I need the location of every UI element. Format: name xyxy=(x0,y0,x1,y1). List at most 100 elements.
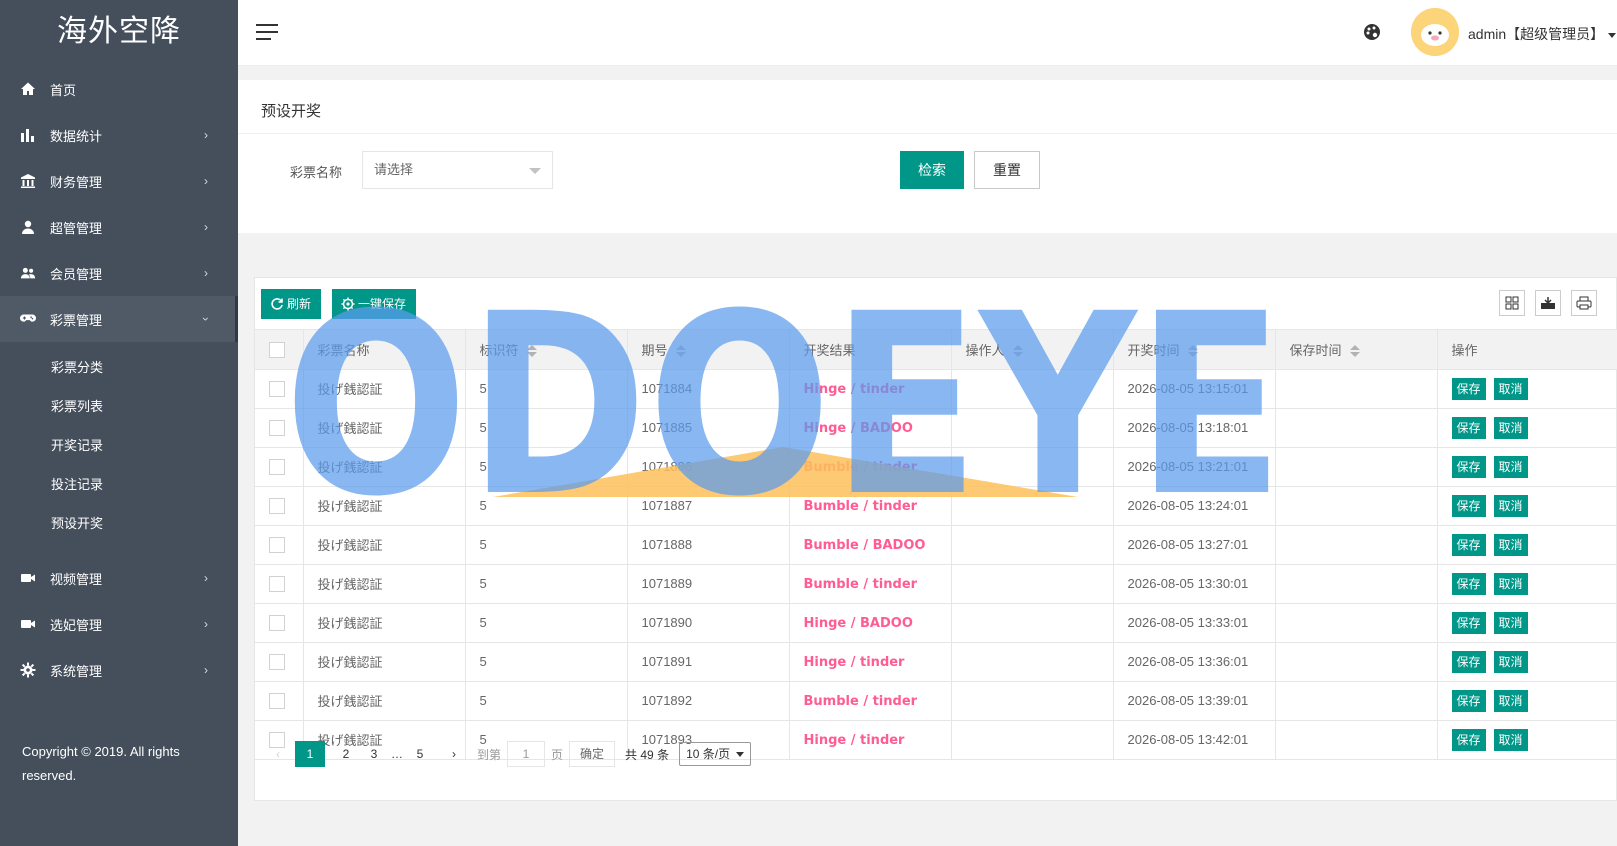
sidebar-item-top-4[interactable]: 会员管理 › xyxy=(0,250,238,296)
sort-icon[interactable] xyxy=(1349,345,1360,358)
row-save-button[interactable]: 保存 xyxy=(1451,650,1486,673)
row-save-button[interactable]: 保存 xyxy=(1451,611,1486,634)
sidebar-item-top-3[interactable]: 超管管理 › xyxy=(0,204,238,250)
row-cancel-button[interactable]: 取消 xyxy=(1493,377,1528,400)
sort-icon[interactable] xyxy=(1012,345,1023,358)
row-save-button[interactable]: 保存 xyxy=(1451,494,1486,517)
cell-operator xyxy=(951,447,1114,487)
users-icon xyxy=(20,265,36,281)
sort-icon[interactable] xyxy=(1187,345,1198,358)
row-cancel-button[interactable]: 取消 xyxy=(1493,611,1528,634)
print-icon[interactable] xyxy=(1571,290,1597,316)
row-checkbox[interactable] xyxy=(269,497,285,514)
row-checkbox[interactable] xyxy=(269,419,285,436)
sidebar-subitem-2[interactable]: 开奖记录 xyxy=(0,426,238,465)
column-header-operator[interactable]: 操作人 xyxy=(951,330,1114,370)
sidebar-subitem-1[interactable]: 彩票列表 xyxy=(0,387,238,426)
app-logo[interactable]: 海外空降 xyxy=(0,0,238,66)
row-save-button[interactable]: 保存 xyxy=(1451,377,1486,400)
cell-lottery-name: 投げ銭認証 xyxy=(303,408,466,448)
row-save-button[interactable]: 保存 xyxy=(1451,689,1486,712)
select-all-checkbox[interactable] xyxy=(269,341,285,358)
cell-saved-time xyxy=(1275,525,1438,565)
sidebar-subitem-3[interactable]: 投注记录 xyxy=(0,465,238,504)
save-all-button[interactable]: 一键保存 xyxy=(332,289,417,319)
sidebar-item-top-0[interactable]: 首页 xyxy=(0,66,238,112)
sidebar-item-bottom-0[interactable]: 视频管理 › xyxy=(0,555,238,601)
column-header-result: 开奖结果 xyxy=(789,330,952,370)
cell-result-text: Bumble / tinder xyxy=(803,498,918,514)
table-row: 投げ銭認証 5 1071885 Hinge / BADOO 2026-08-05 13:… xyxy=(255,408,1617,448)
video-icon xyxy=(20,570,36,586)
table-row: 投げ銭認証 5 1071890 Hinge / BADOO 2026-08-05 13:… xyxy=(255,603,1617,643)
sidebar-item-bottom-2[interactable]: 系统管理 › xyxy=(0,647,238,693)
sidebar-item-top-5[interactable]: 彩票管理 › xyxy=(0,296,238,342)
export-icon[interactable] xyxy=(1535,290,1561,316)
sidebar-subitem-4[interactable]: 预设开奖 xyxy=(0,504,238,543)
cell-actions: 保存 取消 xyxy=(1437,603,1617,643)
search-button[interactable]: 检索 xyxy=(900,151,964,189)
lottery-name-select[interactable]: 请选择 xyxy=(362,151,553,189)
row-cancel-button[interactable]: 取消 xyxy=(1493,650,1528,673)
row-cancel-button[interactable]: 取消 xyxy=(1493,689,1528,712)
row-checkbox[interactable] xyxy=(269,614,285,631)
chevron-right-icon: › xyxy=(204,128,208,142)
cell-operator xyxy=(951,525,1114,565)
sidebar-item-label: 选妃管理 xyxy=(50,617,103,633)
row-cancel-button[interactable]: 取消 xyxy=(1493,494,1528,517)
goto-confirm-button[interactable]: 确定 xyxy=(569,741,616,767)
menu-toggle-icon[interactable] xyxy=(256,24,278,42)
row-cancel-button[interactable]: 取消 xyxy=(1493,572,1528,595)
cell-result: Bumble / tinder xyxy=(789,486,952,526)
row-checkbox[interactable] xyxy=(269,692,285,709)
sidebar-item-top-1[interactable]: 数据统计 › xyxy=(0,112,238,158)
user-menu[interactable]: admin【超级管理员】 xyxy=(1468,24,1617,44)
column-header-saved[interactable]: 保存时间 xyxy=(1275,330,1438,370)
sort-icon[interactable] xyxy=(675,345,686,358)
cell-draw-time: 2026-08-05 13:24:01 xyxy=(1113,486,1276,526)
prev-page-button[interactable]: ‹ xyxy=(267,741,289,767)
column-header-time[interactable]: 开奖时间 xyxy=(1113,330,1276,370)
row-cancel-button[interactable]: 取消 xyxy=(1493,455,1528,478)
row-select-cell xyxy=(255,681,304,721)
table-row: 投げ銭認証 5 1071887 Bumble / tinder 2026-08-05 1… xyxy=(255,486,1617,526)
page-5-button[interactable]: 5 xyxy=(409,741,431,767)
columns-filter-icon[interactable] xyxy=(1499,290,1525,316)
row-cancel-button[interactable]: 取消 xyxy=(1493,416,1528,439)
page-2-button[interactable]: 2 xyxy=(335,741,357,767)
page-size-select[interactable]: 10 条/页 xyxy=(679,742,752,766)
row-cancel-button[interactable]: 取消 xyxy=(1493,533,1528,556)
page-1-button[interactable]: 1 xyxy=(295,741,325,767)
page-3-button[interactable]: 3 xyxy=(363,741,385,767)
row-checkbox[interactable] xyxy=(269,380,285,397)
column-header-issue[interactable]: 期号 xyxy=(627,330,790,370)
sidebar-subitem-0[interactable]: 彩票分类 xyxy=(0,348,238,387)
cell-issue: 1071889 xyxy=(627,564,790,604)
goto-page-input[interactable]: 1 xyxy=(507,741,546,767)
next-page-button[interactable]: › xyxy=(443,741,465,767)
sidebar-item-top-2[interactable]: 财务管理 › xyxy=(0,158,238,204)
cell-actions: 保存 取消 xyxy=(1437,564,1617,604)
row-save-button[interactable]: 保存 xyxy=(1451,455,1486,478)
column-header-code[interactable]: 标识符 xyxy=(465,330,628,370)
sort-icon[interactable] xyxy=(526,345,537,358)
row-checkbox[interactable] xyxy=(269,536,285,553)
column-header-label: 保存时间 xyxy=(1289,342,1342,358)
row-save-button[interactable]: 保存 xyxy=(1451,533,1486,556)
gear-icon xyxy=(20,662,36,678)
reset-button[interactable]: 重置 xyxy=(974,151,1040,189)
row-checkbox[interactable] xyxy=(269,575,285,592)
row-checkbox[interactable] xyxy=(269,653,285,670)
refresh-button[interactable]: 刷新 xyxy=(261,289,322,319)
row-save-button[interactable]: 保存 xyxy=(1451,416,1486,439)
row-save-button[interactable]: 保存 xyxy=(1451,572,1486,595)
row-select-cell xyxy=(255,447,304,487)
cell-lottery-name: 投げ銭認証 xyxy=(303,486,466,526)
avatar[interactable] xyxy=(1411,8,1459,56)
sidebar-item-bottom-1[interactable]: 选妃管理 › xyxy=(0,601,238,647)
cell-operator xyxy=(951,642,1114,682)
cell-code: 5 xyxy=(465,408,628,448)
cell-result-text: Bumble / BADOO xyxy=(803,537,926,553)
palette-icon[interactable] xyxy=(1362,22,1382,42)
row-checkbox[interactable] xyxy=(269,458,285,475)
